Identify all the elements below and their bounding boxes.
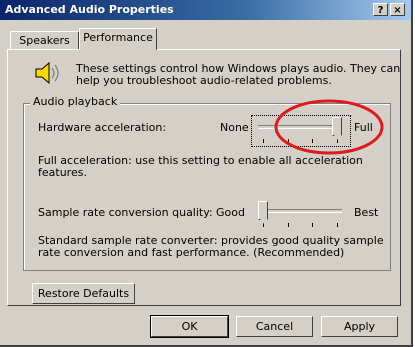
sample-rate-max-label: Best [354,206,379,219]
cancel-button[interactable]: Cancel [236,316,313,337]
apply-label: Apply [343,320,376,333]
ok-button[interactable]: OK [150,315,229,338]
help-button[interactable]: ? [373,3,388,16]
sample-rate-track [258,209,342,213]
sample-rate-slider[interactable] [258,200,342,228]
tab-performance[interactable]: Performance [79,28,157,50]
hw-accel-info-2: features. [38,166,87,179]
sample-rate-tick [312,223,313,227]
sample-rate-info-2: rate conversion and fast performance. (R… [38,246,345,259]
performance-description-2: help you troubleshoot audio-related prob… [76,74,332,87]
hw-accel-min-label: None [220,121,249,134]
tab-performance-label: Performance [83,31,153,44]
hw-accel-label: Hardware acceleration: [38,121,167,134]
tab-speakers[interactable]: Speakers [10,31,79,50]
restore-defaults-label: Restore Defaults [37,287,130,300]
dialog-window: Advanced Audio Properties ? × Speakers P… [0,0,413,347]
audio-playback-group-label: Audio playback [30,95,121,108]
hw-accel-tick [263,139,264,143]
sample-rate-min-label: Good [216,206,245,219]
ok-label: OK [181,320,198,333]
title-bar[interactable]: Advanced Audio Properties ? × [0,0,411,20]
cancel-label: Cancel [255,320,294,333]
speaker-icon [35,61,59,85]
sample-rate-tick [288,223,289,227]
sample-rate-label: Sample rate conversion quality: [38,206,213,219]
annotation-circle [274,99,384,155]
tab-speakers-label: Speakers [19,34,70,47]
restore-defaults-button[interactable]: Restore Defaults [32,283,135,304]
apply-button[interactable]: Apply [321,316,398,337]
window-title: Advanced Audio Properties [5,3,174,16]
sample-rate-thumb[interactable] [258,201,268,224]
close-button[interactable]: × [390,3,405,16]
sample-rate-tick [337,223,338,227]
